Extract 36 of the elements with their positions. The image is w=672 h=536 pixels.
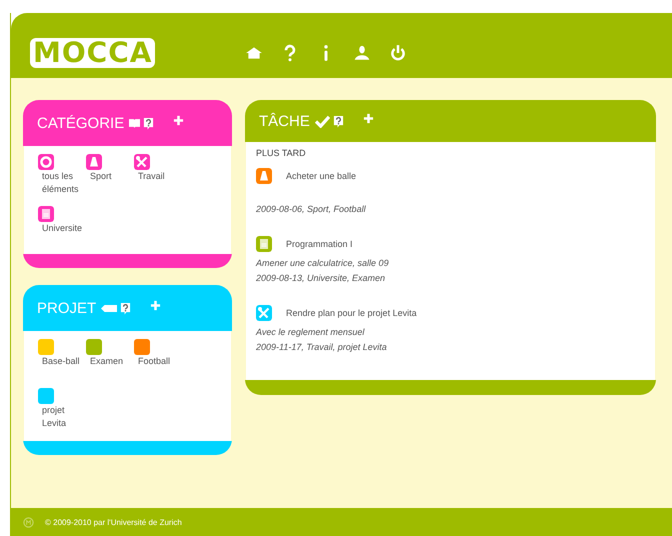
add-icon[interactable]	[173, 114, 184, 126]
cone-icon	[86, 154, 102, 170]
panel-title: PROJET	[37, 300, 96, 316]
power-icon[interactable]	[389, 44, 408, 62]
panel-title: TÂCHE	[259, 112, 310, 130]
project-item[interactable]: Football	[134, 355, 170, 368]
tools-icon	[134, 154, 150, 170]
category-item[interactable]: tous les éléments	[38, 170, 82, 196]
add-icon[interactable]	[362, 112, 374, 124]
task-note: Amener une calculatrice, salle 09	[256, 257, 390, 270]
task-details: 2009-08-06, Sport, Football	[256, 203, 367, 216]
document-icon	[38, 206, 54, 222]
help-icon[interactable]	[143, 116, 154, 130]
section-heading: PLUS TARD	[256, 148, 307, 158]
category-item[interactable]: Sport	[86, 170, 112, 183]
check-icon[interactable]	[314, 114, 330, 128]
project-item[interactable]: Base-ball	[38, 355, 80, 368]
add-icon[interactable]	[150, 300, 162, 310]
category-item[interactable]: Travail	[134, 170, 165, 183]
ring-icon	[38, 154, 54, 170]
project-item[interactable]: projet Levita	[38, 404, 82, 430]
category-item[interactable]: Universite	[38, 222, 82, 235]
task-title[interactable]: Acheter une balle	[286, 171, 356, 182]
task-details: 2009-08-13, Universite, Examen	[256, 272, 386, 286]
task-title[interactable]: Programmation I	[286, 239, 353, 250]
help-icon[interactable]	[332, 114, 344, 128]
panel-title: CATÉGORIE	[37, 114, 124, 132]
user-icon[interactable]	[353, 44, 372, 62]
copyright-text: © 2009-2010 par l'Université de Zurich	[45, 518, 182, 526]
task-title[interactable]: Rendre plan pour le projet Levita	[286, 308, 417, 318]
book-icon[interactable]	[129, 118, 140, 128]
logo-icon	[23, 516, 34, 528]
help-icon[interactable]	[120, 302, 132, 314]
task-note: Avec le reglement mensuel	[256, 326, 366, 340]
task-details: 2009-11-17, Travail, projet Levita	[256, 341, 388, 354]
project-item[interactable]: Examen	[86, 355, 124, 368]
